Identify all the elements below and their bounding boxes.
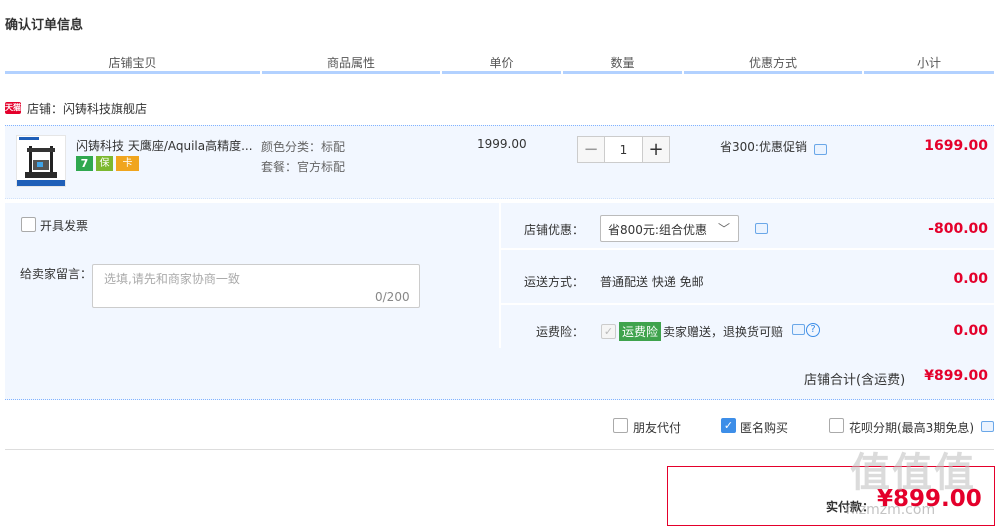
page-title: 确认订单信息 bbox=[5, 18, 84, 33]
anonymous-checkbox[interactable]: ✓ bbox=[721, 418, 736, 433]
header-underline bbox=[563, 71, 682, 74]
header-underline bbox=[684, 71, 862, 74]
message-char-count: 0/200 bbox=[375, 290, 410, 304]
unit-price: 1999.00 bbox=[477, 137, 527, 151]
invoice-label: 开具发票 bbox=[40, 219, 89, 233]
installment-checkbox[interactable] bbox=[829, 418, 844, 433]
column-header-subtotal: 小计 bbox=[916, 56, 941, 70]
help-icon[interactable]: ? bbox=[806, 323, 820, 337]
product-title-link[interactable]: 闪铸科技 天鹰座/Aquila高精度... bbox=[76, 137, 256, 154]
printer-image-icon bbox=[17, 136, 65, 186]
column-header-unit-price: 单价 bbox=[489, 56, 514, 70]
watermark-domain: nizmzm.com bbox=[846, 502, 936, 518]
column-header-attributes: 商品属性 bbox=[326, 56, 375, 70]
shipping-value: 0.00 bbox=[953, 271, 988, 287]
insurance-tag: 运费险 bbox=[619, 322, 662, 341]
quantity-input[interactable]: 1 bbox=[605, 136, 642, 163]
column-header-quantity: 数量 bbox=[610, 56, 635, 70]
row-separator bbox=[501, 248, 994, 250]
anonymous-label: 匿名购买 bbox=[740, 421, 789, 435]
friend-pay-checkbox[interactable] bbox=[613, 418, 628, 433]
quantity-decrease-button[interactable]: − bbox=[577, 136, 605, 163]
header-underline bbox=[5, 71, 260, 74]
attr-package: 套餐：官方标配 bbox=[261, 160, 346, 174]
shop-discount-selected: 省800元:组合优惠 bbox=[608, 223, 707, 237]
shipping-method: 普通配送 快递 免邮 bbox=[600, 275, 704, 289]
chevron-down-icon: ﹀ bbox=[718, 222, 731, 236]
column-header-shop-item: 店铺宝贝 bbox=[108, 56, 157, 70]
watermark-logo: 值值值 bbox=[850, 450, 976, 496]
tmall-badge-icon: 天猫 bbox=[5, 102, 21, 114]
message-label: 给卖家留言： bbox=[20, 267, 93, 281]
insurance-value: 0.00 bbox=[953, 323, 988, 339]
product-thumbnail[interactable] bbox=[16, 135, 66, 187]
insurance-info-icon[interactable] bbox=[792, 324, 805, 335]
promo-text: 省300:优惠促销 bbox=[720, 140, 807, 154]
discount-info-icon[interactable] bbox=[755, 223, 768, 234]
shop-discount-label: 店铺优惠： bbox=[524, 223, 585, 237]
divider bbox=[5, 449, 994, 450]
shop-discount-value: -800.00 bbox=[928, 221, 988, 237]
credit-card-icon: 卡 bbox=[116, 156, 139, 171]
header-underline bbox=[442, 71, 561, 74]
row-separator bbox=[501, 303, 994, 305]
message-placeholder: 选填,请先和商家协商一致 bbox=[104, 272, 240, 286]
friend-pay-label: 朋友代付 bbox=[633, 421, 682, 435]
seven-day-return-icon: 7 bbox=[76, 156, 93, 171]
invoice-checkbox[interactable] bbox=[21, 217, 36, 232]
shipping-label: 运送方式： bbox=[524, 275, 585, 289]
quantity-increase-button[interactable]: + bbox=[642, 136, 670, 163]
attr-color: 颜色分类：标配 bbox=[261, 140, 346, 154]
item-subtotal: 1699.00 bbox=[924, 138, 988, 154]
column-header-discount: 优惠方式 bbox=[748, 56, 797, 70]
insurance-text: 卖家赠送，退换货可赔 bbox=[663, 325, 784, 339]
shop-total-value: ¥899.00 bbox=[924, 368, 988, 384]
guarantee-icon: 保 bbox=[96, 156, 113, 171]
insurance-checkbox: ✓ bbox=[601, 324, 616, 339]
promo-info-icon[interactable] bbox=[814, 144, 827, 155]
header-underline bbox=[864, 71, 994, 74]
installment-label: 花呗分期(最高3期免息) bbox=[849, 421, 974, 435]
installment-info-icon[interactable] bbox=[981, 421, 994, 432]
header-underline bbox=[262, 71, 440, 74]
shop-total-label: 店铺合计(含运费) bbox=[804, 373, 906, 388]
insurance-label: 运费险： bbox=[536, 325, 585, 339]
shop-name-link[interactable]: 店铺：闪铸科技旗舰店 bbox=[27, 100, 147, 117]
